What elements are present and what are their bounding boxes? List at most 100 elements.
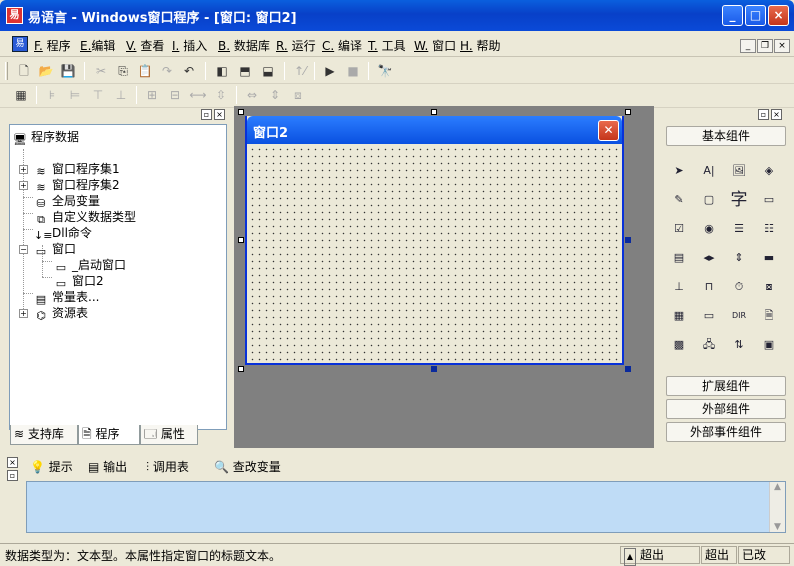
external-event-components-button[interactable]: 外部事件组件 <box>666 422 786 442</box>
text-char-icon[interactable]: 字 <box>728 189 750 211</box>
picture-icon[interactable]: 🖼 <box>728 160 750 182</box>
same-height-icon[interactable]: ⇕ <box>266 86 284 104</box>
tree-root[interactable]: 🖥 程序数据 <box>13 129 79 146</box>
edit-icon[interactable]: ✎ <box>668 189 690 211</box>
checkbox-icon[interactable]: ☑ <box>668 218 690 240</box>
tab-variables[interactable]: 🔍 查改变量 <box>214 457 281 477</box>
panel-restore-icon[interactable]: ▫ <box>758 109 769 120</box>
list-icon[interactable]: ▤ <box>668 247 690 269</box>
radio-icon[interactable]: ◉ <box>698 218 720 240</box>
same-size-icon[interactable]: ⧈ <box>289 86 307 104</box>
tree-item-startup-window[interactable]: ▭ _启动窗口 <box>54 257 126 274</box>
menu-edit[interactable]: E.编辑 <box>80 37 115 54</box>
spin-icon[interactable]: ⇅ <box>728 334 750 356</box>
mdi-restore-button[interactable]: ❐ <box>757 39 773 53</box>
mdi-close-button[interactable]: × <box>774 39 790 53</box>
tree-item-dll[interactable]: ↓≡Dll命令 <box>34 225 92 242</box>
tab-hint[interactable]: 💡 提示 <box>30 457 73 477</box>
layout-bottom-icon[interactable]: ⬓ <box>259 62 277 80</box>
project-tree[interactable]: 🖥 程序数据 + ≋ 窗口程序集1 + ≋ 窗口程序集2 ⛁ 全局变量 ⧉ 自定义数据类型… <box>9 124 227 430</box>
vscroll-icon[interactable]: ⇕ <box>728 247 750 269</box>
slider-icon[interactable]: ⊥ <box>668 276 690 298</box>
menu-program[interactable]: F. 程序 <box>34 37 71 54</box>
editbox-icon[interactable]: ▢ <box>698 189 720 211</box>
save-icon[interactable]: 💾 <box>59 62 77 80</box>
combobox-icon[interactable]: ☷ <box>758 218 780 240</box>
expand-icon[interactable]: + <box>19 309 28 318</box>
button-icon[interactable]: ▭ <box>758 189 780 211</box>
menu-tools[interactable]: T. 工具 <box>368 37 406 54</box>
step-icon[interactable]: ↑⁄ <box>291 62 309 80</box>
paste-icon[interactable]: 📋 <box>136 62 154 80</box>
tree-item-assembly1[interactable]: ≋ 窗口程序集1 <box>34 161 119 178</box>
grid-toggle-icon[interactable]: ▦ <box>12 86 30 104</box>
hscroll-icon[interactable]: ◂▸ <box>698 247 720 269</box>
timer-icon[interactable]: ⏱ <box>728 276 750 298</box>
richedit-icon[interactable]: ▭ <box>698 305 720 327</box>
menu-window[interactable]: W. 窗口 <box>414 37 456 54</box>
form-body-grid[interactable] <box>249 146 620 361</box>
progress-icon[interactable]: ▬ <box>758 247 780 269</box>
form-close-icon[interactable]: ✕ <box>598 120 619 141</box>
form-window[interactable]: 窗口2 ✕ <box>245 116 624 365</box>
menu-run[interactable]: R. 运行 <box>276 37 316 54</box>
tree-item-assembly2[interactable]: ≋ 窗口程序集2 <box>34 177 119 194</box>
maximize-button[interactable]: □ <box>745 5 766 26</box>
tree-item-windows[interactable]: ▭ 窗口 <box>34 241 76 258</box>
shape-icon[interactable]: ◈ <box>758 160 780 182</box>
tree-item-constants[interactable]: ▤ 常量表... <box>34 289 100 306</box>
expand-icon[interactable]: + <box>19 181 28 190</box>
pointer-icon[interactable]: ➤ <box>668 160 690 182</box>
minimize-button[interactable]: _ <box>722 5 743 26</box>
same-width-icon[interactable]: ⇔ <box>243 86 261 104</box>
align-right-icon[interactable]: ⊨ <box>66 86 84 104</box>
menu-insert[interactable]: I. 插入 <box>172 37 207 54</box>
image-frame-icon[interactable]: ⧇ <box>758 276 780 298</box>
run-icon[interactable]: ▶ <box>321 62 339 80</box>
listbox-icon[interactable]: ☰ <box>728 218 750 240</box>
label-icon[interactable]: A| <box>698 160 720 182</box>
collapse-icon[interactable]: − <box>19 245 28 254</box>
network-icon[interactable]: 🖧 <box>698 334 720 356</box>
output-scrollbar[interactable]: ▲ ▼ <box>769 482 785 532</box>
center-v-icon[interactable]: ⊟ <box>166 86 184 104</box>
menu-compile[interactable]: C. 编译 <box>322 37 362 54</box>
space-h-icon[interactable]: ⟷ <box>189 86 207 104</box>
tab-properties[interactable]: 🗔 属性 <box>140 425 198 445</box>
expand-icon[interactable]: + <box>19 165 28 174</box>
align-top-icon[interactable]: ⊤ <box>89 86 107 104</box>
cut-icon[interactable]: ✂ <box>92 62 110 80</box>
color-picker-icon[interactable]: ▩ <box>668 334 690 356</box>
basic-components-button[interactable]: 基本组件 <box>666 126 786 146</box>
open-folder-icon[interactable]: 📂 <box>37 62 55 80</box>
stop-icon[interactable]: ■ <box>344 62 362 80</box>
panel-restore-icon[interactable]: ▫ <box>7 470 18 481</box>
tab-call-stack[interactable]: ⫶ 调用表 <box>146 457 189 477</box>
center-h-icon[interactable]: ⊞ <box>143 86 161 104</box>
new-file-icon[interactable]: 🗋 <box>15 62 33 80</box>
close-button[interactable]: × <box>768 5 789 26</box>
tree-item-custom-types[interactable]: ⧉ 自定义数据类型 <box>34 209 136 226</box>
panel-close-icon[interactable]: × <box>771 109 782 120</box>
panel-close-icon[interactable]: × <box>214 109 225 120</box>
mdi-minimize-button[interactable]: _ <box>740 39 756 53</box>
find-binoculars-icon[interactable]: 🔭 <box>376 62 394 80</box>
undo-icon[interactable]: ↶ <box>180 62 198 80</box>
output-area[interactable]: ▲ ▼ <box>26 481 786 533</box>
tree-item-global-vars[interactable]: ⛁ 全局变量 <box>34 193 100 210</box>
panel-restore-icon[interactable]: ▫ <box>201 109 212 120</box>
tab-control-icon[interactable]: ⊓ <box>698 276 720 298</box>
tree-item-resources[interactable]: ⌬ 资源表 <box>34 305 88 322</box>
extended-components-button[interactable]: 扩展组件 <box>666 376 786 396</box>
panel-close-icon[interactable]: × <box>7 457 18 468</box>
tab-support-library[interactable]: ≋ 支持库 <box>10 425 78 445</box>
tree-item-window2[interactable]: ▭ 窗口2 <box>54 273 104 290</box>
file-list-icon[interactable]: 🗎 <box>758 305 780 327</box>
menu-database[interactable]: B. 数据库 <box>218 37 270 54</box>
dir-icon[interactable]: DIR <box>728 305 750 327</box>
menu-view[interactable]: V. 查看 <box>126 37 164 54</box>
layout-top-icon[interactable]: ⬒ <box>236 62 254 80</box>
align-left-icon[interactable]: ⊧ <box>43 86 61 104</box>
tab-program[interactable]: 🗎 程序 <box>78 425 140 445</box>
calendar-icon[interactable]: ▦ <box>668 305 690 327</box>
